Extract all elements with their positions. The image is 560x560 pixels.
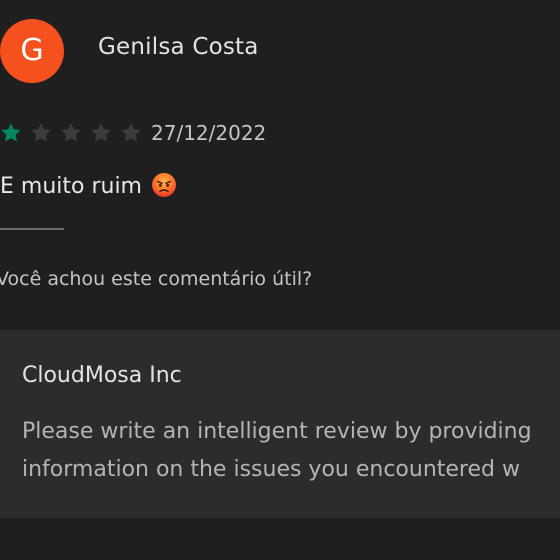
developer-reply: CloudMosa Inc Please write an intelligen…: [0, 330, 560, 518]
reply-line: information on the issues you encountere…: [22, 457, 520, 482]
star-icon-empty: [116, 118, 146, 148]
avatar: G: [0, 19, 64, 83]
review-text: E muito ruim: [0, 174, 142, 199]
angry-face-emoji-icon: [151, 172, 177, 198]
review-body: E muito ruim: [0, 172, 177, 199]
reviewer-name: Genilsa Costa: [98, 34, 259, 60]
divider: [0, 228, 64, 230]
review-date: 27/12/2022: [151, 121, 267, 145]
developer-name: CloudMosa Inc: [22, 363, 182, 388]
helpful-prompt: Você achou este comentário útil?: [0, 268, 313, 290]
star-icon-empty: [56, 118, 86, 148]
star-rating: [0, 118, 146, 148]
star-icon-empty: [26, 118, 56, 148]
developer-reply-text: Please write an intelligent review by pr…: [22, 413, 560, 489]
reply-line: Please write an intelligent review by pr…: [22, 419, 532, 444]
star-icon-empty: [86, 118, 116, 148]
star-icon-filled: [0, 118, 26, 148]
